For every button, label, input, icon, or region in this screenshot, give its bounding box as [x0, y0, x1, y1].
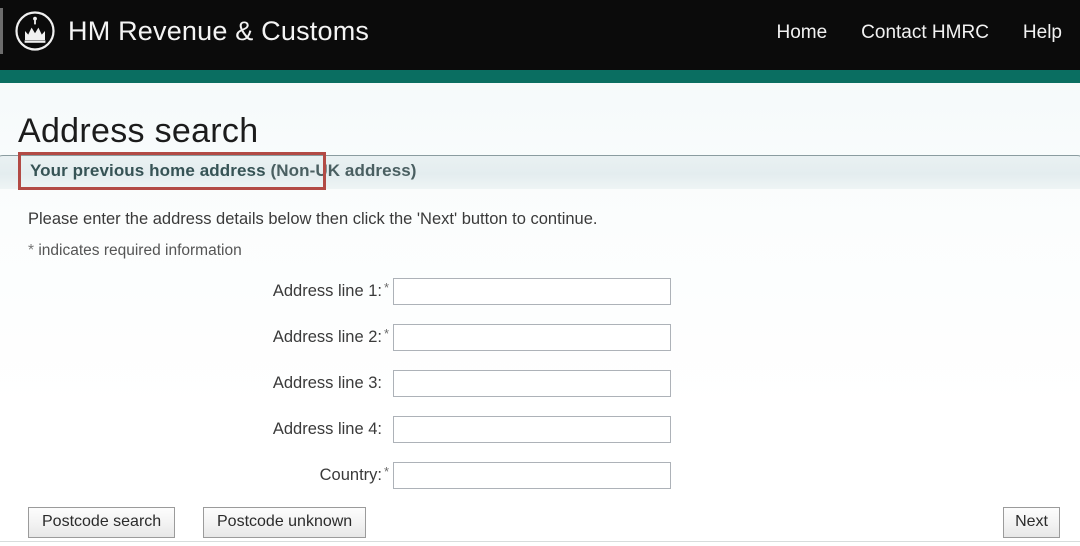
form-row-address-line-3: Address line 3:	[0, 364, 1080, 410]
primary-nav: Home Contact HMRC Help	[776, 22, 1062, 44]
label-country: Country:	[319, 466, 382, 484]
label-address-line-4: Address line 4:	[272, 420, 382, 438]
input-address-line-2[interactable]	[393, 324, 671, 351]
form-row-address-line-2: Address line 2: *	[0, 318, 1080, 364]
postcode-search-button[interactable]: Postcode search	[28, 507, 176, 538]
nav-link-help[interactable]: Help	[1023, 22, 1062, 44]
site-header: HM Revenue & Customs Home Contact HMRC H…	[0, 0, 1080, 70]
input-address-line-3[interactable]	[393, 370, 671, 397]
footer-divider	[0, 541, 1080, 542]
brand-title: HM Revenue & Customs	[68, 15, 370, 46]
label-address-line-1: Address line 1:	[272, 282, 382, 300]
required-marker-country: *	[384, 464, 390, 479]
section-title-suffix: (Non-UK address)	[265, 161, 417, 180]
form-row-country: Country: *	[0, 456, 1080, 502]
header-left-edge-accent	[0, 8, 3, 54]
required-legend-text: indicates required information	[34, 242, 242, 259]
label-address-line-2: Address line 2:	[272, 328, 382, 346]
section-title: Your previous home address (Non-UK addre…	[30, 161, 417, 181]
input-country[interactable]	[393, 462, 671, 489]
brand-lockup[interactable]: HM Revenue & Customs	[14, 10, 369, 52]
postcode-unknown-button[interactable]: Postcode unknown	[203, 507, 367, 538]
input-address-line-4[interactable]	[393, 416, 671, 443]
accent-strip	[0, 70, 1080, 83]
crown-emblem-icon	[14, 10, 56, 52]
section-title-strong: Your previous home address	[30, 161, 266, 180]
form-row-address-line-1: Address line 1: *	[0, 272, 1080, 318]
required-marker-address-line-1: *	[384, 280, 390, 295]
required-legend: * indicates required information	[28, 242, 242, 260]
required-marker-address-line-2: *	[384, 326, 390, 341]
intro-text: Please enter the address details below t…	[28, 210, 598, 228]
next-button[interactable]: Next	[1003, 507, 1060, 538]
nav-link-contact-hmrc[interactable]: Contact HMRC	[861, 22, 989, 44]
page-title: Address search	[18, 112, 259, 150]
page-root: HM Revenue & Customs Home Contact HMRC H…	[0, 0, 1080, 546]
address-form: Address line 1: * Address line 2: * Addr…	[0, 272, 1080, 502]
nav-link-home[interactable]: Home	[776, 22, 827, 44]
form-row-address-line-4: Address line 4:	[0, 410, 1080, 456]
label-address-line-3: Address line 3:	[272, 374, 382, 392]
input-address-line-1[interactable]	[393, 278, 671, 305]
